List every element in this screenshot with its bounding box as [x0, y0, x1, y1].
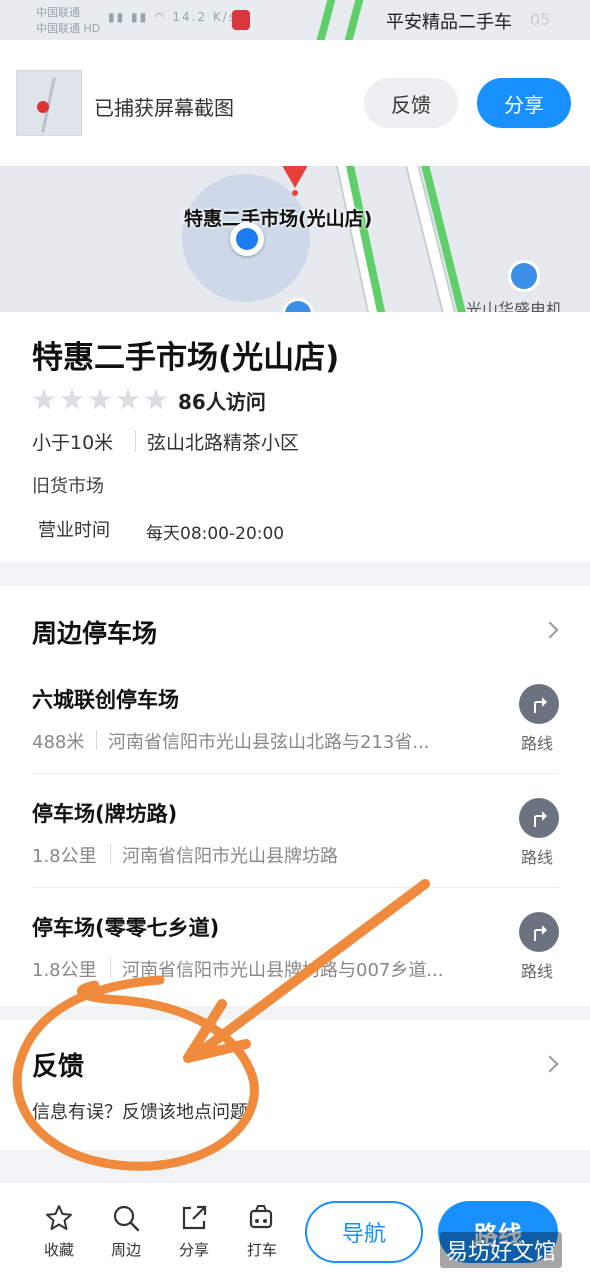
hd-badge: HD	[83, 22, 101, 35]
parking-name: 停车场(牌坊路)	[32, 802, 178, 826]
route-button[interactable]	[519, 684, 559, 724]
screenshot-thumbnail[interactable]	[16, 70, 82, 136]
search-icon	[113, 1205, 140, 1232]
rating-stars	[32, 388, 168, 412]
mic-icon	[232, 10, 250, 30]
map-view[interactable]: 特惠二手市场(光山店) 光山华盛电机	[0, 166, 590, 312]
car-poi-icon[interactable]	[508, 260, 540, 292]
divider	[110, 844, 111, 864]
parking-distance: 1.8公里	[32, 960, 97, 981]
nearby-parking-card: 周边停车场 六城联创停车场 488米 河南省信阳市光山县弦山北路与213省...…	[0, 586, 590, 1006]
divider	[135, 430, 136, 452]
hours-value: 每天08:00-20:00	[146, 524, 285, 544]
star-icon	[32, 388, 56, 410]
tab-label: 收藏	[43, 1241, 74, 1259]
feedback-subtitle: 信息有误？反馈该地点问题	[32, 1102, 248, 1123]
parking-row[interactable]: 六城联创停车场 488米 河南省信阳市光山县弦山北路与213省... 路线	[0, 670, 590, 783]
carrier-2: 中国联通	[36, 22, 80, 35]
parking-name: 六城联创停车场	[32, 688, 179, 712]
turn-right-icon	[534, 697, 547, 713]
tab-label: 打车	[246, 1241, 277, 1259]
parking-distance: 488米	[32, 732, 85, 753]
star-icon	[60, 388, 84, 410]
route-button[interactable]	[519, 798, 559, 838]
parking-distance: 1.8公里	[32, 846, 97, 867]
visit-count: 86人访问	[178, 390, 266, 414]
map-pin-icon	[280, 166, 310, 188]
tab-share[interactable]: 分享	[166, 1203, 222, 1260]
route-label[interactable]: 路线	[521, 958, 553, 982]
feedback-title[interactable]: 反馈	[32, 1046, 84, 1083]
divider	[96, 730, 97, 750]
carrier-1: 中国联通	[36, 6, 80, 19]
taxi-icon	[249, 1205, 273, 1229]
signal-icons: ▮▮ ▮▮ ◠ 14.2 K/s	[108, 10, 238, 24]
parking-name: 停车场(零零七乡道)	[32, 916, 220, 940]
turn-right-icon	[534, 925, 547, 941]
map-pin-dot	[292, 190, 298, 196]
parking-row[interactable]: 停车场(零零七乡道) 1.8公里 河南省信阳市光山县牌坊路与007乡道... 路…	[0, 898, 590, 1011]
chevron-right-icon[interactable]	[541, 1055, 559, 1073]
parking-section-title[interactable]: 周边停车场	[32, 614, 157, 650]
map-nearby-label: 光山华盛电机	[466, 300, 563, 312]
tab-taxi[interactable]: 打车	[234, 1203, 290, 1260]
route-button[interactable]	[519, 912, 559, 952]
parking-address: 河南省信阳市光山县牌坊路与007乡道...	[122, 960, 444, 981]
poi-address: 弦山北路精茶小区	[147, 432, 300, 454]
poi-distance: 小于10米	[32, 432, 114, 454]
poi-title: 特惠二手市场(光山店)	[32, 340, 340, 376]
tab-favorite[interactable]: 收藏	[31, 1203, 87, 1260]
status-time: 05	[530, 10, 551, 29]
row-divider	[32, 773, 559, 774]
net-speed: 14.2	[172, 10, 208, 24]
row-divider	[32, 887, 559, 888]
poi-info-card: 特惠二手市场(光山店) 86人访问 小于10米 弦山北路精茶小区 旧货市场 营业…	[0, 312, 590, 562]
route-label[interactable]: 路线	[521, 730, 553, 754]
share-icon	[182, 1205, 207, 1230]
chevron-right-icon[interactable]	[541, 621, 559, 639]
star-icon	[116, 388, 140, 410]
tab-label: 分享	[178, 1241, 209, 1259]
feedback-button[interactable]: 反馈	[364, 78, 458, 128]
poi-icon[interactable]	[282, 298, 314, 312]
parking-row[interactable]: 停车场(牌坊路) 1.8公里 河南省信阳市光山县牌坊路 路线	[0, 784, 590, 897]
turn-right-icon	[534, 811, 547, 827]
star-icon	[46, 1205, 72, 1230]
divider	[110, 958, 111, 978]
hours-label: 营业时间	[38, 520, 110, 541]
screenshot-bar: 已捕获屏幕截图 反馈 分享	[0, 40, 590, 166]
tab-label: 周边	[110, 1241, 141, 1259]
star-icon	[144, 388, 168, 410]
route-label[interactable]: 路线	[521, 844, 553, 868]
parking-address: 河南省信阳市光山县牌坊路	[122, 846, 338, 867]
share-button[interactable]: 分享	[477, 78, 571, 128]
poi-category: 旧货市场	[32, 476, 104, 497]
watermark: 易坊好文馆	[440, 1232, 563, 1268]
tab-nearby[interactable]: 周边	[98, 1203, 154, 1260]
carrier-info: 中国联通 中国联通 HD	[36, 5, 100, 37]
screenshot-captured-text: 已捕获屏幕截图	[94, 96, 234, 120]
feedback-card[interactable]: 反馈 信息有误？反馈该地点问题	[0, 1020, 590, 1150]
parking-address: 河南省信阳市光山县弦山北路与213省...	[108, 732, 430, 753]
navigate-button[interactable]: 导航	[305, 1201, 423, 1263]
star-icon	[88, 388, 112, 410]
status-bar: 中国联通 中国联通 HD ▮▮ ▮▮ ◠ 14.2 K/s 平安精品二手车 05	[0, 0, 590, 40]
current-location-icon	[230, 222, 264, 256]
status-title: 平安精品二手车	[386, 12, 512, 33]
map-poi-label[interactable]: 特惠二手市场(光山店)	[184, 204, 372, 231]
